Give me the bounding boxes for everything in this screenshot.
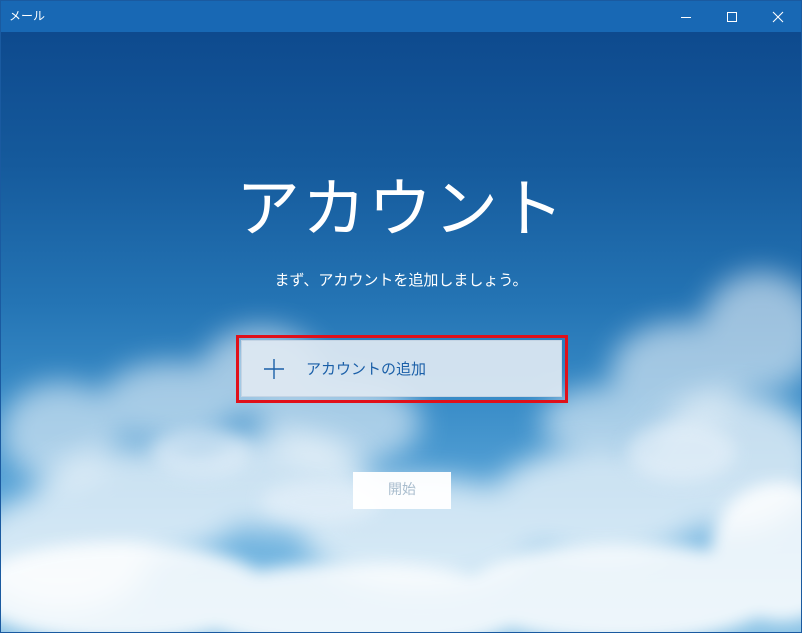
account-setup-screen: アカウント まず、アカウントを追加しましょう。 アカウントの追加 開始 (1, 32, 801, 632)
close-icon (772, 11, 784, 22)
plus-icon (264, 359, 284, 379)
maximize-button[interactable] (709, 1, 755, 32)
close-button[interactable] (755, 1, 801, 32)
window-title: メール (9, 9, 46, 23)
add-account-label: アカウントの追加 (306, 360, 427, 378)
title-bar[interactable]: メール (1, 1, 801, 32)
page-title: アカウント (236, 173, 566, 247)
add-account-button[interactable]: アカウントの追加 (241, 340, 562, 397)
maximize-icon (727, 11, 737, 22)
page-subtitle: まず、アカウントを追加しましょう。 (274, 271, 528, 289)
minimize-button[interactable] (663, 1, 709, 32)
start-button[interactable]: 開始 (353, 472, 451, 509)
minimize-icon (681, 16, 691, 18)
cloud-background (1, 272, 801, 632)
mail-app-window: メール アカウント まず、アカウントを追加しましょう。 アカウントの追加 開始 (0, 0, 802, 633)
